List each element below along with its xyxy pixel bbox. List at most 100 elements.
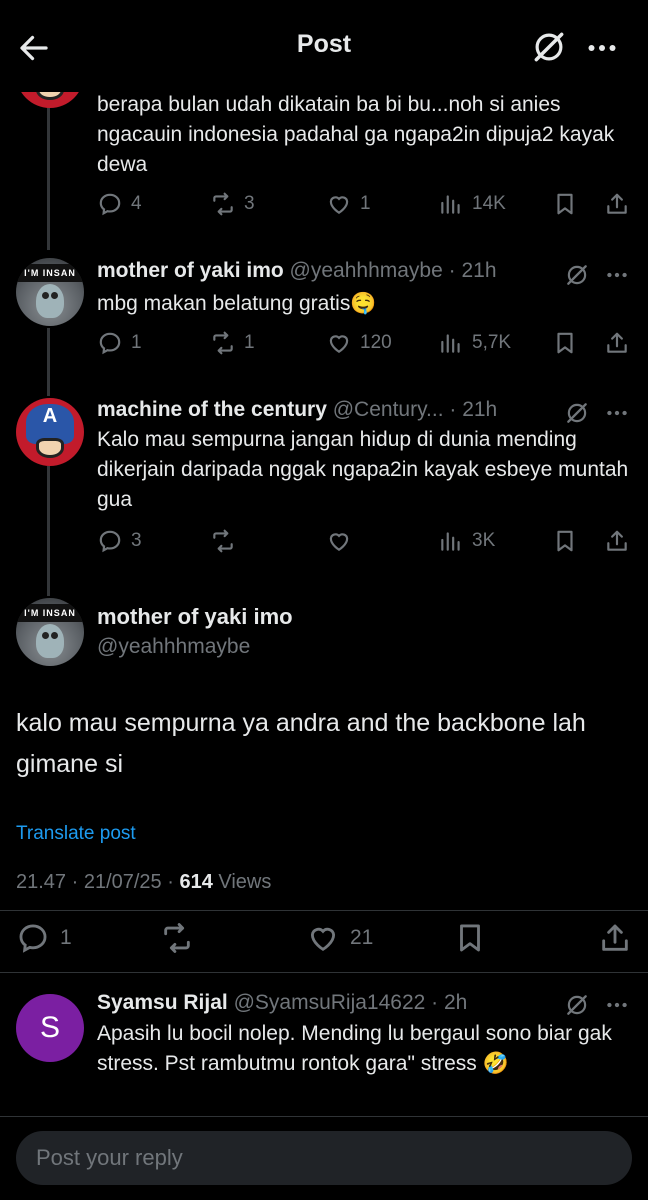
avatar[interactable]: A: [16, 398, 84, 466]
author-handle[interactable]: @yeahhhmaybe: [97, 635, 250, 659]
author-handle[interactable]: @yeahhhmaybe: [290, 259, 443, 282]
like-button[interactable]: 120: [326, 330, 392, 356]
reply-count: 1: [131, 332, 142, 353]
share-icon: [607, 193, 627, 214]
like-count: 120: [360, 332, 392, 353]
grok-icon[interactable]: [564, 262, 590, 288]
grok-icon[interactable]: [530, 28, 568, 66]
retweet-count: 1: [244, 332, 255, 353]
reply-icon: [19, 924, 47, 953]
retweet-button[interactable]: [160, 921, 194, 955]
like-count: 1: [360, 193, 371, 214]
bookmark-icon: [557, 193, 573, 215]
like-button[interactable]: 21: [306, 921, 373, 955]
post-timestamp: 21.47 · 21/07/25 · 614 Views: [16, 871, 272, 893]
tweet-text: Kalo mau sempurna jangan hidup di dunia …: [97, 428, 629, 511]
reply-count: 3: [131, 530, 142, 551]
thread-line: [47, 92, 50, 250]
reply-icon: [99, 530, 121, 553]
tweet-header: machine of the century @Century... · 21h: [97, 398, 498, 421]
retweet-icon: [213, 192, 233, 216]
views-button[interactable]: 14K: [438, 191, 506, 217]
views-button[interactable]: 5,7K: [438, 330, 511, 356]
bookmark-button[interactable]: [552, 330, 578, 356]
divider: [0, 972, 648, 973]
heart-icon: [310, 927, 336, 951]
share-button[interactable]: [598, 921, 632, 955]
tweet-text: berapa bulan udah dikatain ba bi bu...no…: [97, 93, 615, 176]
tweet-header: Syamsu Rijal @SyamsuRija14622 · 2h: [97, 991, 468, 1014]
reply-count: 1: [60, 926, 72, 949]
avatar[interactable]: I'M INSAN: [16, 258, 84, 326]
thread-line: [47, 466, 50, 596]
tweet-text: Apasih lu bocil nolep. Mending lu bergau…: [97, 1022, 612, 1075]
share-icon: [607, 530, 627, 551]
retweet-button[interactable]: 3: [210, 191, 255, 217]
retweet-button[interactable]: 1: [210, 330, 255, 356]
retweet-count: 3: [244, 193, 255, 214]
grok-icon[interactable]: [564, 992, 590, 1018]
top-bar: Post: [0, 0, 648, 92]
views-icon: [441, 532, 460, 551]
more-icon[interactable]: [604, 992, 630, 1018]
author-name[interactable]: machine of the century: [97, 398, 327, 421]
reply-input[interactable]: [16, 1131, 632, 1185]
reply-button[interactable]: 1: [16, 921, 72, 955]
heart-icon: [329, 533, 349, 551]
heart-icon: [329, 335, 349, 353]
retweet-icon: [213, 331, 233, 355]
heart-icon: [329, 196, 349, 214]
reply-count: 4: [131, 193, 142, 214]
views-icon: [441, 334, 460, 353]
views-count: 5,7K: [472, 332, 512, 353]
tweet-header: mother of yaki imo @yeahhhmaybe · 21h: [97, 259, 497, 282]
reply-button[interactable]: 1: [97, 330, 142, 356]
reply-button[interactable]: 4: [97, 191, 142, 217]
divider: [0, 910, 648, 911]
timestamp[interactable]: 21h: [461, 259, 496, 282]
like-count: 21: [350, 926, 374, 949]
share-icon: [607, 332, 627, 353]
views-count: 14K: [472, 193, 506, 214]
like-button[interactable]: [326, 528, 360, 554]
more-icon[interactable]: [604, 262, 630, 288]
views-icon: [441, 195, 460, 214]
translate-link[interactable]: Translate post: [16, 823, 136, 845]
timestamp[interactable]: 21h: [462, 398, 497, 421]
share-button[interactable]: [604, 528, 630, 554]
author-name[interactable]: Syamsu Rijal: [97, 991, 228, 1014]
author-handle[interactable]: @Century...: [333, 398, 444, 421]
retweet-button[interactable]: [210, 528, 244, 554]
author-handle[interactable]: @SyamsuRija14622: [234, 991, 426, 1014]
thread-line: [47, 328, 50, 396]
like-button[interactable]: 1: [326, 191, 371, 217]
tweet-text: mbg makan belatung gratis🤤: [97, 292, 377, 315]
author-name[interactable]: mother of yaki imo: [97, 604, 293, 630]
bookmark-icon: [460, 924, 480, 952]
author-name[interactable]: mother of yaki imo: [97, 259, 284, 282]
reply-icon: [99, 193, 121, 216]
share-button[interactable]: [604, 191, 630, 217]
avatar[interactable]: I'M INSAN: [16, 598, 84, 666]
more-icon[interactable]: [604, 400, 630, 426]
retweet-icon: [213, 529, 233, 553]
share-button[interactable]: [604, 330, 630, 356]
post-text: kalo mau sempurna ya andra and the backb…: [16, 709, 586, 778]
views-count: 614: [179, 871, 213, 893]
bookmark-icon: [557, 530, 573, 552]
bookmark-button[interactable]: [453, 921, 487, 955]
retweet-icon: [164, 923, 190, 953]
reply-icon: [99, 332, 121, 355]
share-icon: [602, 924, 628, 951]
bookmark-button[interactable]: [552, 528, 578, 554]
bookmark-button[interactable]: [552, 191, 578, 217]
bookmark-icon: [557, 332, 573, 354]
more-icon[interactable]: [582, 30, 622, 66]
reply-button[interactable]: 3: [97, 528, 142, 554]
grok-icon[interactable]: [564, 400, 590, 426]
timeline[interactable]: berapa bulan udah dikatain ba bi bu...no…: [0, 0, 648, 1116]
views-button[interactable]: 3K: [438, 528, 495, 554]
timestamp[interactable]: 2h: [444, 991, 467, 1014]
avatar[interactable]: S: [16, 994, 84, 1062]
views-count: 3K: [472, 530, 496, 551]
